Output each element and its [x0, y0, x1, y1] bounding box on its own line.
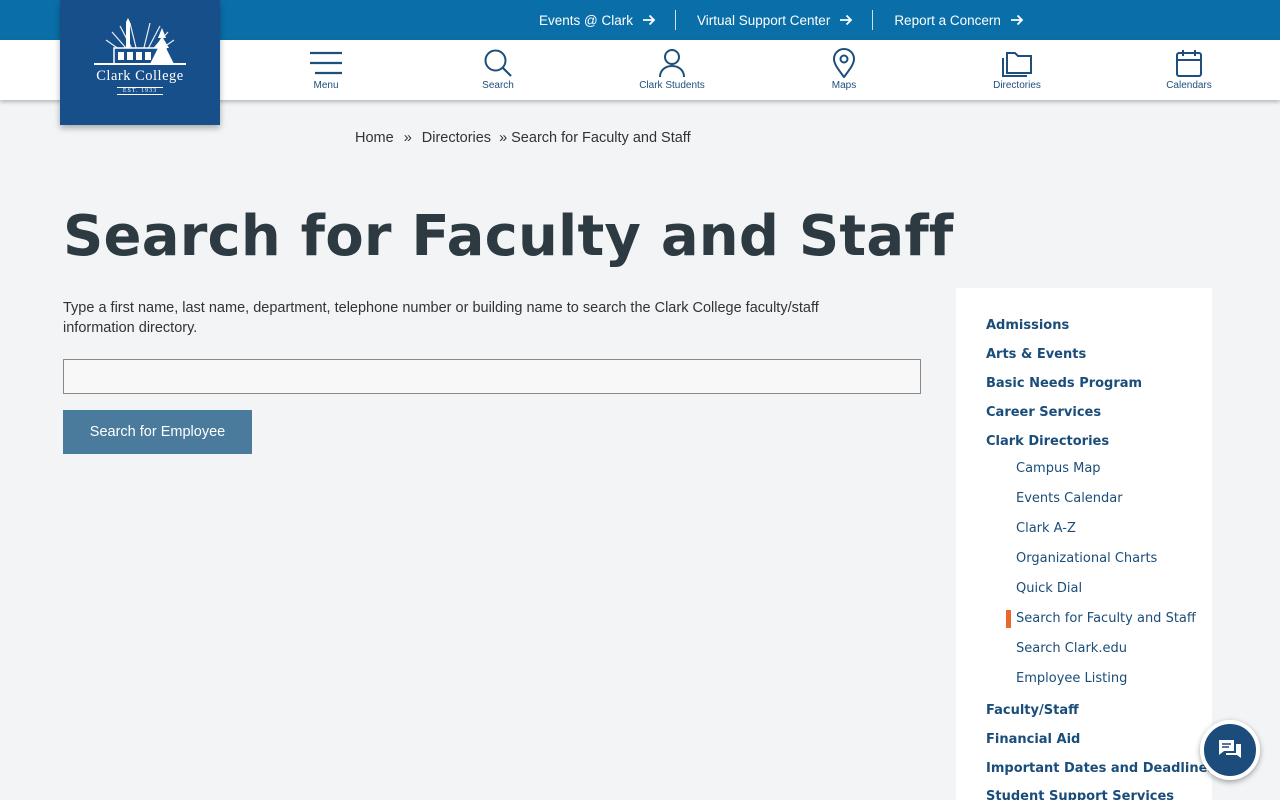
- intro-text: Type a first name, last name, department…: [63, 300, 819, 336]
- sidebar-subitem-org-charts[interactable]: Organizational Charts: [1016, 551, 1157, 566]
- breadcrumb-directories[interactable]: Directories: [422, 130, 491, 146]
- map-pin-icon: [832, 48, 856, 78]
- arrow-right-icon: [840, 14, 853, 26]
- sidebar-item-arts-events[interactable]: Arts & Events: [986, 347, 1086, 362]
- nav-calendars[interactable]: Calendars: [1134, 48, 1244, 91]
- sidebar-item-student-support[interactable]: Student Support Services: [986, 789, 1174, 800]
- nav-calendars-label: Calendars: [1166, 80, 1212, 91]
- nav-directories[interactable]: Directories: [962, 48, 1072, 91]
- breadcrumb-current: Search for Faculty and Staff: [511, 130, 691, 146]
- events-link-label: Events @ Clark: [539, 12, 633, 28]
- arrow-right-icon: [1010, 14, 1024, 26]
- nav-maps[interactable]: Maps: [789, 48, 899, 91]
- nav-menu-label: Menu: [313, 80, 339, 91]
- nav-menu[interactable]: Menu: [271, 48, 381, 91]
- sidebar-subitem-employee-listing[interactable]: Employee Listing: [1016, 671, 1127, 686]
- sidebar-subitem-campus-map[interactable]: Campus Map: [1016, 461, 1101, 476]
- sidebar-subitem-clark-a-z[interactable]: Clark A-Z: [1016, 521, 1076, 536]
- arrow-right-icon: [642, 14, 656, 26]
- nav-directories-label: Directories: [993, 80, 1041, 91]
- breadcrumb-home[interactable]: Home: [355, 130, 394, 146]
- logo-name: Clark College: [96, 68, 184, 84]
- sidebar-subitem-search-clark-edu[interactable]: Search Clark.edu: [1016, 641, 1127, 656]
- virtual-support-link[interactable]: Virtual Support Center: [674, 10, 872, 30]
- sidebar-item-career-services[interactable]: Career Services: [986, 405, 1101, 420]
- sidebar-subitem-events-calendar[interactable]: Events Calendar: [1016, 491, 1123, 506]
- nav-clark-students-label: Clark Students: [639, 80, 705, 91]
- breadcrumb: Home » Directories » Search for Faculty …: [355, 130, 691, 146]
- hamburger-menu-icon: [310, 51, 342, 75]
- logo-building-mark-icon: [94, 18, 186, 65]
- sidebar-item-important-dates[interactable]: Important Dates and Deadlines: [986, 761, 1215, 776]
- chat-bubbles-icon: [1219, 740, 1241, 758]
- sidebar-item-admissions[interactable]: Admissions: [986, 318, 1069, 333]
- sidebar-subitem-quick-dial[interactable]: Quick Dial: [1016, 581, 1082, 596]
- active-item-marker: [1006, 610, 1011, 628]
- clark-college-logo[interactable]: Clark College EST. 1933: [60, 0, 220, 125]
- events-link[interactable]: Events @ Clark: [520, 10, 675, 30]
- utility-links: Events @ Clark Virtual Support Center Re…: [520, 0, 1043, 40]
- folders-icon: [1002, 52, 1032, 77]
- sidebar-item-clark-directories[interactable]: Clark Directories: [986, 434, 1109, 449]
- virtual-support-link-label: Virtual Support Center: [696, 12, 831, 28]
- sidebar-item-basic-needs[interactable]: Basic Needs Program: [986, 376, 1142, 391]
- search-icon: [484, 49, 512, 77]
- calendar-icon: [1176, 50, 1202, 77]
- sidebar-item-financial-aid[interactable]: Financial Aid: [986, 732, 1080, 747]
- breadcrumb-separator: »: [499, 130, 508, 146]
- breadcrumb-separator: »: [403, 130, 412, 146]
- sidebar-item-faculty-staff[interactable]: Faculty/Staff: [986, 703, 1079, 718]
- page-title: Search for Faculty and Staff: [63, 204, 954, 269]
- nav-maps-label: Maps: [831, 80, 857, 91]
- chat-button[interactable]: [1200, 720, 1260, 780]
- nav-clark-students[interactable]: Clark Students: [617, 48, 727, 91]
- nav-search[interactable]: Search: [443, 48, 553, 91]
- search-for-employee-button[interactable]: Search for Employee: [63, 410, 252, 454]
- report-concern-link[interactable]: Report a Concern: [872, 10, 1043, 30]
- nav-search-label: Search: [482, 80, 514, 91]
- employee-search-input[interactable]: [63, 359, 921, 394]
- user-icon: [659, 49, 685, 78]
- logo-est: EST. 1933: [116, 87, 164, 95]
- sidebar-subitem-search-faculty-staff[interactable]: Search for Faculty and Staff: [1016, 611, 1196, 626]
- sidebar-nav: Admissions Arts & Events Basic Needs Pro…: [956, 288, 1215, 800]
- report-concern-link-label: Report a Concern: [894, 12, 1001, 28]
